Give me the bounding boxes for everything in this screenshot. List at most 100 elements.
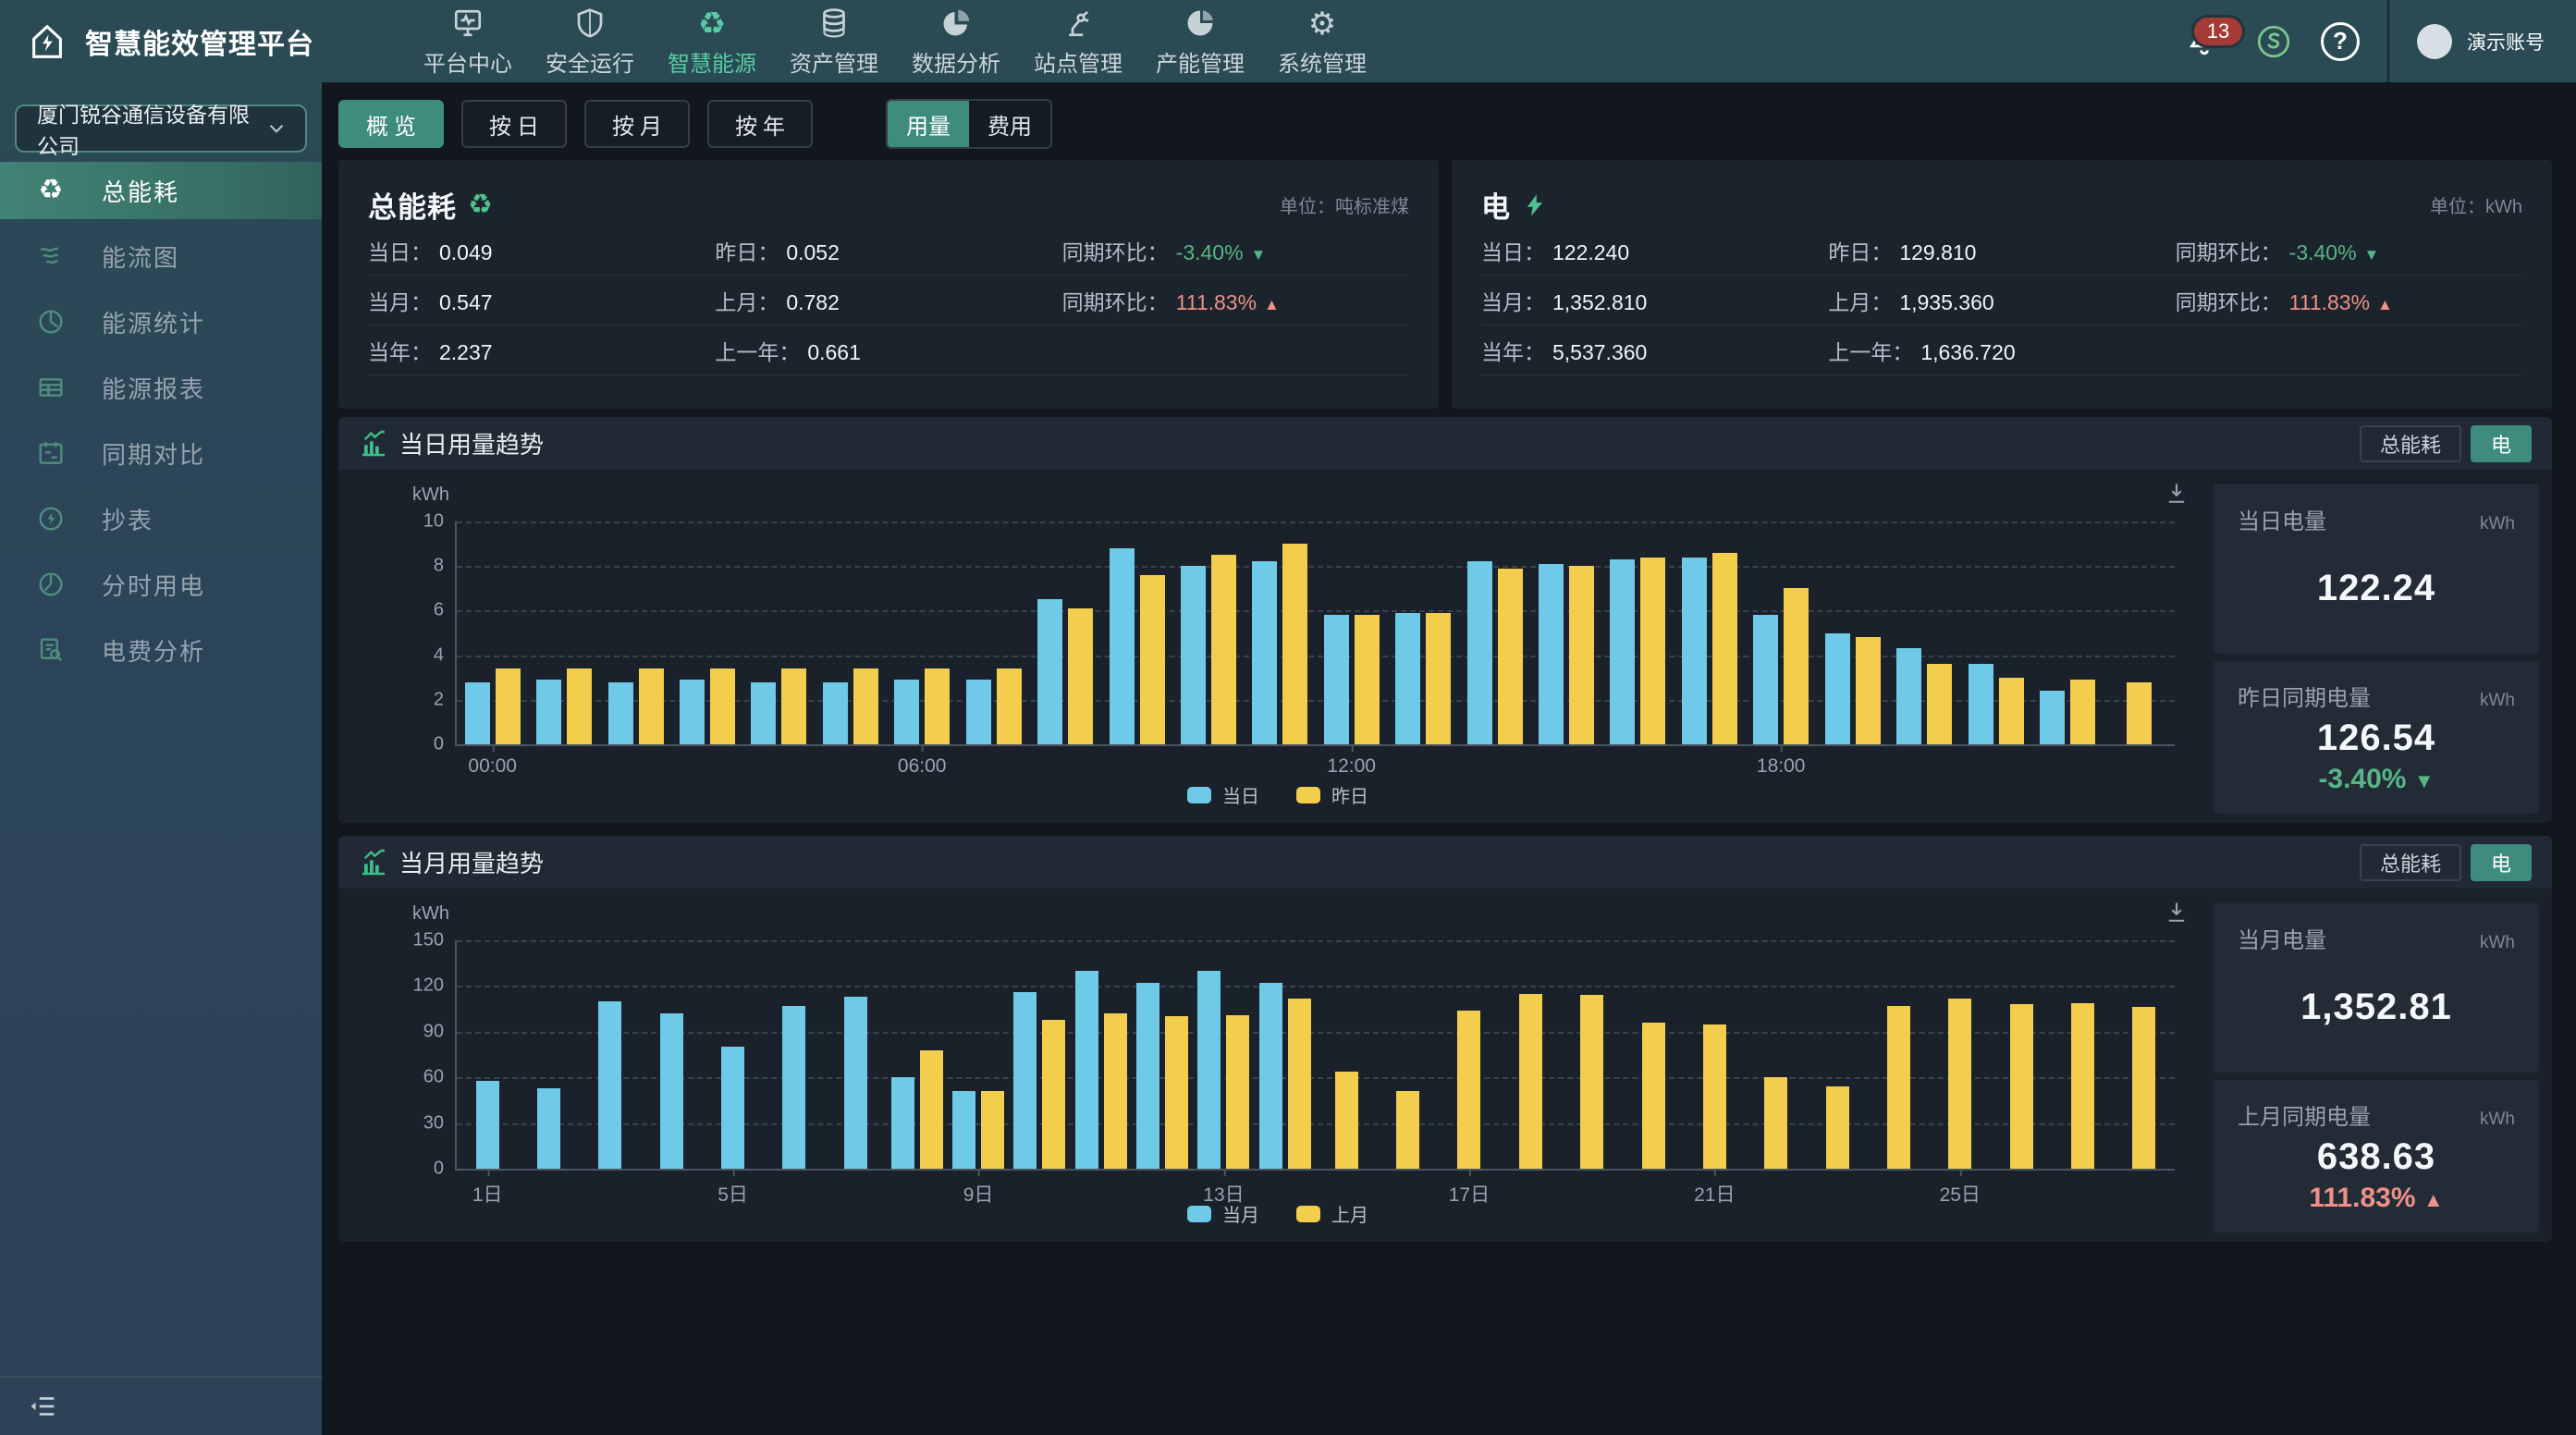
bar-当日[interactable] [1181,566,1206,744]
bar-当日[interactable] [1252,561,1277,744]
bar-上月[interactable] [1642,1023,1665,1169]
sidebar-item-energy-flow[interactable]: 能流图 [0,227,322,285]
collapse-sidebar-button[interactable] [28,1391,59,1422]
chart-type-total-energy-button[interactable]: 总能耗 [2360,844,2461,881]
bar-当月[interactable] [598,1001,621,1169]
bar-上月[interactable] [1226,1015,1249,1169]
bar-昨日[interactable] [2070,680,2095,744]
bar-昨日[interactable] [1569,566,1594,744]
bar-当日[interactable] [536,680,561,744]
nav-item-system-management[interactable]: ⚙ 系统管理 [1278,5,1367,78]
bar-昨日[interactable] [1999,678,2024,744]
bar-上月[interactable] [1826,1086,1849,1169]
bar-当日[interactable] [966,680,991,744]
chart-type-electric-button[interactable]: 电 [2471,844,2532,881]
sidebar-item-total-energy[interactable]: ♻ 总能耗 [0,162,322,219]
bar-昨日[interactable] [496,668,521,744]
bar-昨日[interactable] [710,668,735,744]
nav-item-asset-management[interactable]: 资产管理 [790,5,878,78]
bar-昨日[interactable] [1927,664,1952,744]
bar-上月[interactable] [981,1091,1004,1169]
bar-当日[interactable] [680,680,705,744]
bar-当月[interactable] [537,1088,560,1169]
bar-昨日[interactable] [1784,588,1809,744]
legend-item-当月[interactable]: 当月 [1187,1200,1259,1227]
bar-昨日[interactable] [2127,682,2152,744]
bar-上月[interactable] [2071,1003,2094,1169]
bar-当月[interactable] [1013,992,1037,1169]
bar-上月[interactable] [1948,999,1971,1169]
bar-当日[interactable] [1969,664,1993,744]
sidebar-item-energy-statistics[interactable]: 能源统计 [0,293,322,350]
sidebar-item-tariff-analysis[interactable]: 电费分析 [0,621,322,679]
bar-上月[interactable] [920,1050,943,1169]
notifications-button[interactable]: 13 [2186,18,2226,65]
tab-by-year[interactable]: 按年 [707,100,813,148]
bar-当月[interactable] [1197,971,1221,1169]
bar-当日[interactable] [1610,559,1635,744]
bar-昨日[interactable] [1498,569,1523,744]
chart-type-total-energy-button[interactable]: 总能耗 [2360,425,2461,462]
tab-by-month[interactable]: 按月 [584,100,690,148]
bar-昨日[interactable] [1140,575,1165,744]
bar-上月[interactable] [2010,1004,2033,1169]
bar-当日[interactable] [608,682,633,744]
bar-昨日[interactable] [1640,558,1665,744]
bar-当日[interactable] [894,680,919,744]
bar-上月[interactable] [1703,1024,1726,1169]
bar-昨日[interactable] [997,668,1022,744]
bar-当月[interactable] [660,1013,683,1169]
bar-上月[interactable] [1580,995,1603,1169]
bar-上月[interactable] [1457,1011,1480,1169]
bar-当日[interactable] [1539,564,1564,744]
bar-当月[interactable] [844,997,867,1169]
bar-当月[interactable] [476,1081,499,1170]
account-menu[interactable]: 演示账号 [2417,24,2545,59]
bar-当日[interactable] [1682,558,1707,744]
nav-item-smart-energy[interactable]: ♻ 智慧能源 [668,5,756,78]
bar-上月[interactable] [1165,1016,1188,1169]
nav-item-platform-center[interactable]: 平台中心 [423,5,512,78]
download-icon[interactable] [2164,481,2190,507]
bar-昨日[interactable] [1068,608,1093,744]
bar-当日[interactable] [1037,599,1062,744]
bar-昨日[interactable] [1355,615,1380,744]
bar-昨日[interactable] [853,668,878,744]
bar-上月[interactable] [1519,994,1542,1169]
tab-overview[interactable]: 概览 [338,100,444,148]
bar-当月[interactable] [952,1091,975,1169]
bar-当月[interactable] [891,1077,914,1169]
bar-当日[interactable] [465,682,490,744]
toggle-cost[interactable]: 费用 [969,101,1050,147]
bar-当月[interactable] [721,1047,744,1169]
bar-昨日[interactable] [567,668,592,744]
bar-当日[interactable] [1395,613,1420,744]
bar-昨日[interactable] [1426,613,1451,744]
bar-当月[interactable] [782,1006,805,1169]
bar-当日[interactable] [1896,648,1921,744]
chart-type-electric-button[interactable]: 电 [2471,425,2532,462]
sidebar-item-time-of-use[interactable]: 分时用电 [0,556,322,613]
bar-上月[interactable] [1042,1020,1065,1169]
toggle-usage[interactable]: 用量 [888,101,969,147]
bar-上月[interactable] [1288,999,1311,1169]
nav-item-site-management[interactable]: 站点管理 [1034,5,1122,78]
bar-上月[interactable] [1104,1013,1127,1169]
bar-上月[interactable] [1887,1006,1910,1169]
bar-当日[interactable] [2040,691,2065,744]
bar-上月[interactable] [1335,1072,1358,1169]
legend-item-当日[interactable]: 当日 [1187,781,1259,808]
bar-昨日[interactable] [781,668,806,744]
bar-昨日[interactable] [925,668,950,744]
bar-昨日[interactable] [1856,637,1881,744]
bar-昨日[interactable] [1211,555,1236,744]
help-button[interactable]: ? [2321,22,2360,61]
sidebar-item-period-compare[interactable]: 同期对比 [0,424,322,482]
bar-当月[interactable] [1075,971,1098,1169]
bar-当日[interactable] [1825,633,1850,745]
bar-当月[interactable] [1136,983,1159,1169]
company-select[interactable]: 厦门锐谷通信设备有限公司 [15,104,307,153]
bar-上月[interactable] [1396,1091,1419,1169]
bar-当日[interactable] [751,682,776,744]
link-status-button[interactable] [2254,22,2293,61]
